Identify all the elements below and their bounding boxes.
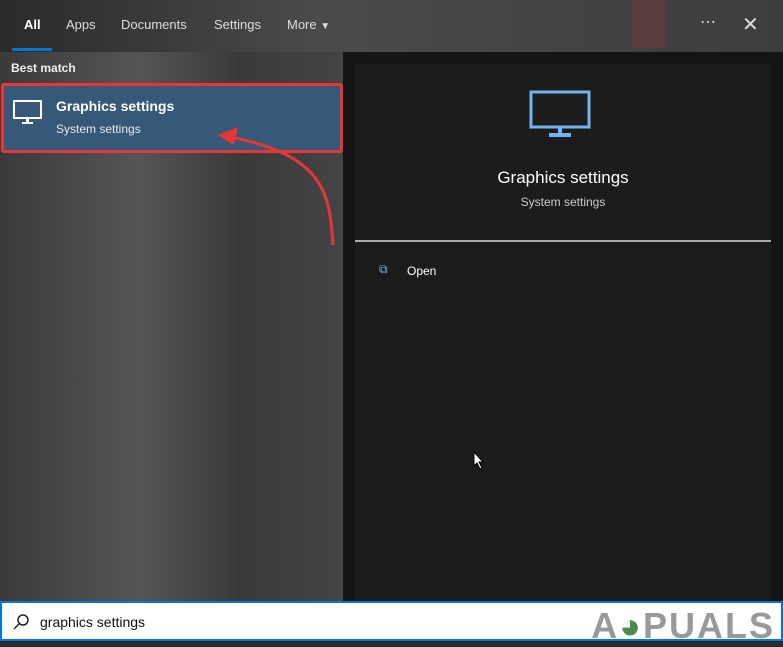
active-tab-indicator (12, 48, 52, 51)
monitor-icon (13, 100, 42, 124)
search-box[interactable]: graphics settings A◕PUALS (0, 601, 783, 646)
open-action[interactable]: ⧉ Open (379, 262, 499, 280)
chevron-down-icon: ▼ (320, 21, 331, 32)
open-label: Open (407, 264, 437, 278)
detail-panel: Graphics settings System settings ⧉ Open (355, 64, 771, 601)
tab-apps[interactable]: Apps (66, 17, 96, 32)
open-icon: ⧉ (379, 262, 388, 276)
tab-bar: All Apps Documents Settings More ▼ ⋯ ✕ (0, 0, 783, 52)
tab-all[interactable]: All (24, 17, 41, 32)
search-icon (13, 614, 29, 630)
result-title: Graphics settings (56, 98, 175, 114)
search-input[interactable]: graphics settings (40, 614, 145, 630)
tab-more[interactable]: More ▼ (287, 17, 330, 32)
annotation-arrow (218, 127, 335, 246)
decor-block (632, 0, 666, 48)
tab-settings[interactable]: Settings (214, 17, 261, 32)
divider (355, 240, 771, 242)
section-heading: Best match (11, 61, 76, 75)
tab-documents[interactable]: Documents (121, 17, 187, 32)
close-icon[interactable]: ✕ (742, 12, 759, 37)
mouse-cursor-icon (473, 451, 485, 470)
detail-subtitle: System settings (520, 195, 606, 209)
tab-more-label: More (287, 17, 317, 32)
detail-title: Graphics settings (497, 168, 629, 187)
monitor-icon-large (529, 90, 591, 137)
more-options-icon[interactable]: ⋯ (700, 12, 716, 32)
result-subtitle: System settings (56, 122, 141, 136)
